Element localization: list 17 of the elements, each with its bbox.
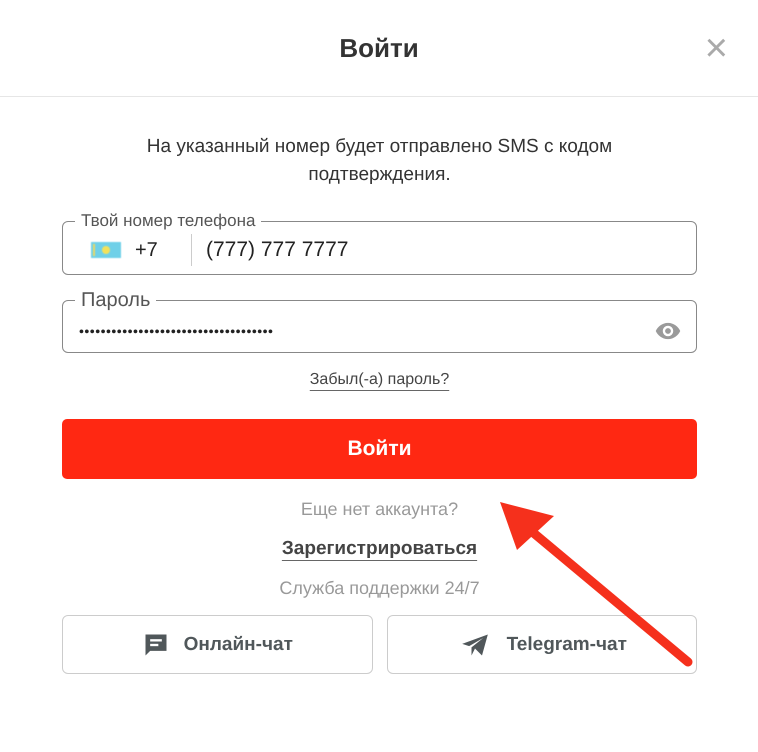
no-account-text: Еще нет аккаунта? xyxy=(300,499,458,520)
login-button[interactable]: Войти xyxy=(62,419,697,479)
dialog-title: Войти xyxy=(339,32,419,64)
phone-input[interactable]: (777) 777 7777 xyxy=(206,238,682,262)
intro-text: На указанный номер будет отправлено SMS с кодом подтверждения. xyxy=(146,135,614,187)
field-label: Твой номер телефона xyxy=(80,211,256,231)
field-label: Пароль xyxy=(80,289,152,312)
forgot-password-link[interactable]: Забыл(-а) пароль? xyxy=(310,371,450,389)
online-chat-button[interactable]: Онлайн-чат xyxy=(62,615,372,674)
register-link[interactable]: Зарегистрироваться xyxy=(282,538,478,560)
country-code: +7 xyxy=(135,238,159,262)
support-text: Служба поддержки 24/7 xyxy=(279,578,480,599)
flag-icon xyxy=(91,242,121,258)
phone-field[interactable]: Твой номер телефона +7 (777) 777 7777 xyxy=(62,211,697,275)
password-input[interactable]: •••••••••••••••••••••••••••••••••••• xyxy=(79,323,644,339)
password-field[interactable]: Пароль •••••••••••••••••••••••••••••••••••• xyxy=(62,289,697,353)
telegram-chat-button[interactable]: Telegram-чат xyxy=(386,615,697,674)
